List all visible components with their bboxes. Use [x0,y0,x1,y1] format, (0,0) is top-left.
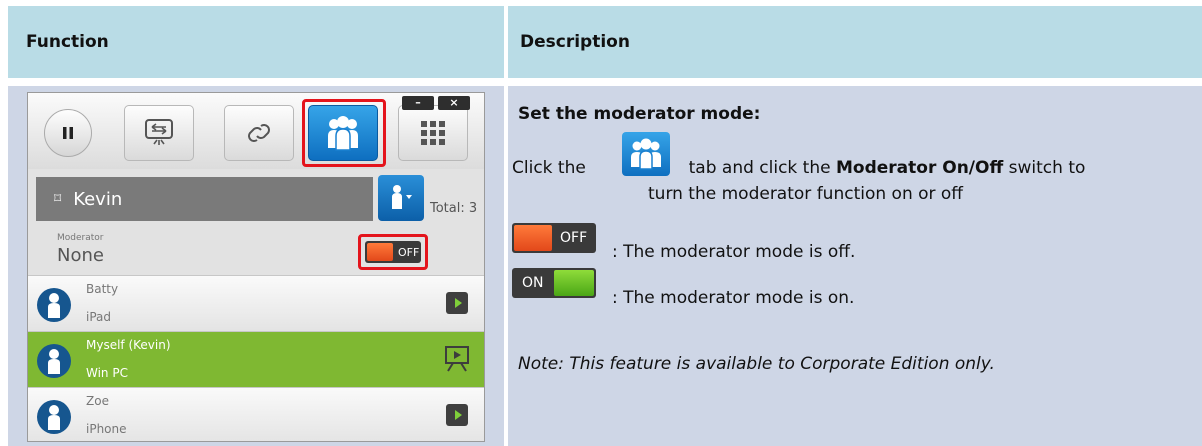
grid-icon [421,121,445,145]
click-the-text: Click the [512,158,586,178]
current-user-name: Kevin [73,188,123,210]
play-button[interactable] [446,292,468,314]
list-item[interactable]: Myself (Kevin) Win PC [28,331,484,387]
presenting-icon [445,346,469,372]
description-line-1: Click the tab and click the Moderator On… [512,158,1085,178]
switch-off-label: OFF [560,230,588,246]
grid-button[interactable] [398,105,468,161]
avatar [37,400,71,434]
person-icon [48,405,60,430]
on-description: : The moderator mode is on. [612,288,855,308]
pause-icon [63,127,73,139]
list-item[interactable]: Zoe iPhone [28,387,484,441]
current-user-bar: ⌑ Kevin [36,177,373,221]
participant-name: Zoe [86,394,109,408]
close-button[interactable]: × [438,96,470,110]
pin-icon: ⌑ [54,191,62,207]
person-icon [48,349,60,374]
pause-button[interactable] [44,109,92,157]
screen-share-button[interactable] [124,105,194,161]
user-menu-button[interactable] [378,175,424,221]
link-icon [248,124,270,142]
moderator-label: Moderator [57,233,104,243]
moderator-switch-highlight [358,234,428,270]
participant-name: Batty [86,282,119,296]
switch-on-sample: ON [512,268,596,298]
link-button[interactable] [224,105,294,161]
participants-icon [631,138,661,170]
edition-note: Note: This feature is available to Corpo… [518,354,995,374]
participant-device: iPhone [86,422,127,436]
switch-off-sample: OFF [512,223,596,253]
person-icon [48,293,60,318]
minimize-button[interactable]: – [402,96,434,110]
participant-name: Myself (Kevin) [86,338,171,352]
table-header-row: Function Description [8,6,1202,78]
description-title: Set the moderator mode: [518,104,761,124]
participants-tab-highlight [302,99,386,167]
moderator-on-off-text: Moderator On/Off [835,158,1004,178]
switch-on-label: ON [522,275,544,291]
off-description: : The moderator mode is off. [612,242,856,262]
play-icon [454,298,462,308]
participant-device: Win PC [86,366,128,380]
switch-to-text: switch to [1008,158,1086,178]
moderator-value: None [57,245,104,266]
function-cell: – × ⌑ Kevin Total: 3 Moderator None OFF [8,86,504,446]
header-description: Description [508,6,1202,78]
header-function: Function [8,6,504,78]
play-icon [454,410,462,420]
toolbar: – × [28,93,484,169]
tab-and-click-text: tab and click the [688,158,831,178]
app-panel: – × ⌑ Kevin Total: 3 Moderator None OFF [27,92,485,442]
description-cell: Set the moderator mode: Click the tab an… [508,86,1202,446]
participant-total: Total: 3 [430,201,478,216]
list-item[interactable]: Batty iPad [28,275,484,331]
description-line-2: turn the moderator function on or off [648,184,964,204]
switch-knob [554,270,594,296]
table-row: – × ⌑ Kevin Total: 3 Moderator None OFF [8,86,1202,446]
avatar [37,288,71,322]
switch-knob [514,225,552,251]
play-button[interactable] [446,404,468,426]
participant-device: iPad [86,310,112,324]
participants-tab-icon [622,132,670,176]
avatar [37,344,71,378]
user-dropdown-icon [392,185,412,209]
screen-share-icon [145,119,173,145]
